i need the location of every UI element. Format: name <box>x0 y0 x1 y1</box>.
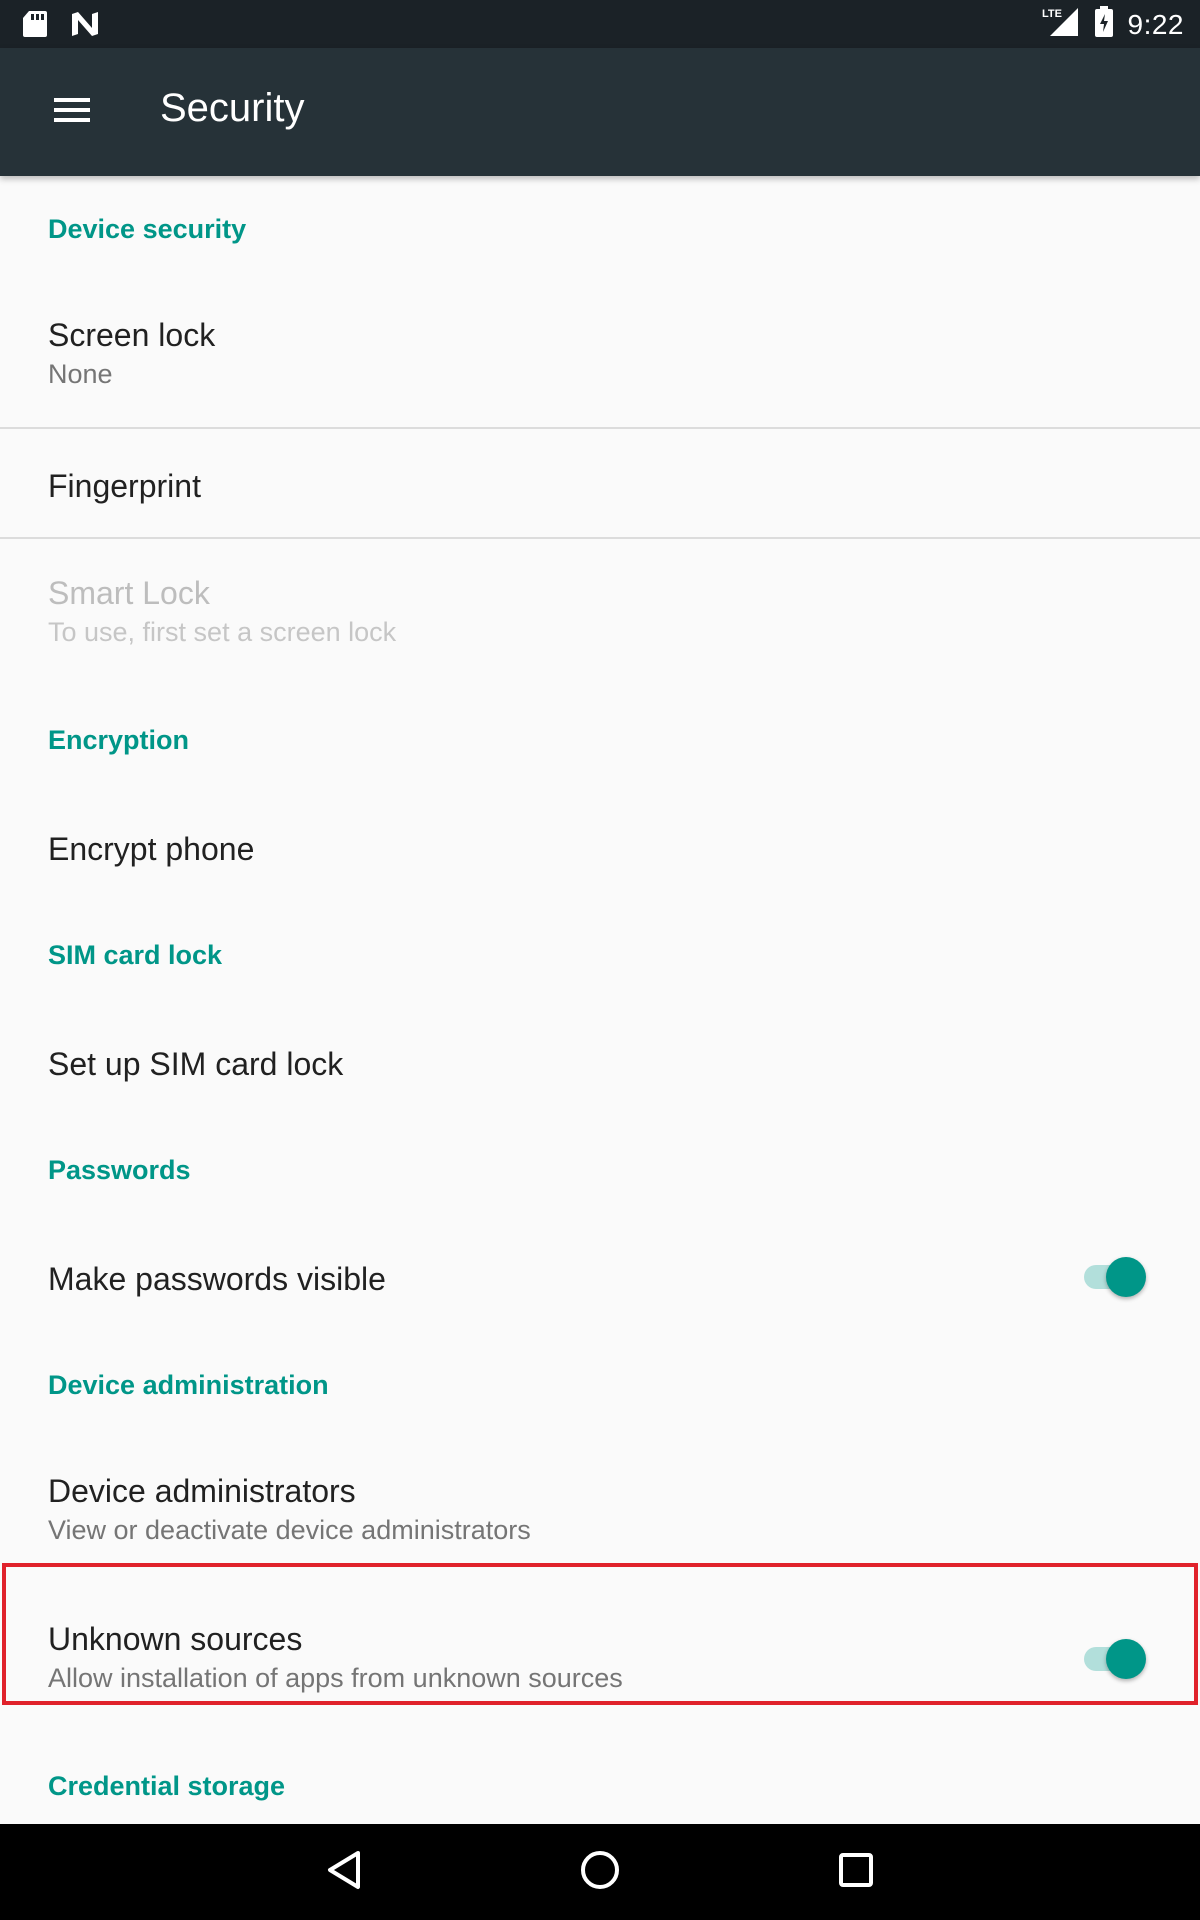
back-button[interactable] <box>316 1844 372 1900</box>
svg-text:LTE: LTE <box>1042 8 1062 20</box>
section-header-encryption: Encryption <box>48 725 190 755</box>
status-left-icons <box>22 10 100 43</box>
recents-icon <box>837 1851 875 1894</box>
item-title: Unknown sources <box>48 1621 303 1657</box>
section-header-device-security: Device security <box>48 214 247 244</box>
item-summary: Allow installation of apps from unknown … <box>48 1663 623 1693</box>
item-title: Screen lock <box>48 317 216 353</box>
status-right: LTE 9:22 <box>1042 6 1185 43</box>
encrypt-phone-item[interactable]: Encrypt phone <box>0 792 1200 902</box>
menu-button[interactable] <box>36 84 108 140</box>
recents-button[interactable] <box>828 1844 884 1900</box>
home-button[interactable] <box>572 1844 628 1900</box>
make-passwords-visible-item[interactable]: Make passwords visible <box>0 1222 1200 1332</box>
item-title: Fingerprint <box>48 468 201 504</box>
smart-lock-item: Smart Lock To use, first set a screen lo… <box>0 539 1200 687</box>
lte-signal-icon: LTE <box>1042 6 1080 43</box>
make-passwords-visible-switch[interactable] <box>1082 1257 1146 1297</box>
n-logo-icon <box>70 10 100 43</box>
item-summary: To use, first set a screen lock <box>48 617 397 647</box>
home-icon <box>579 1849 621 1896</box>
switch-thumb <box>1106 1257 1146 1297</box>
sd-card-icon <box>22 10 48 43</box>
item-title: Set up SIM card lock <box>48 1046 344 1082</box>
section-header-device-administration: Device administration <box>48 1370 329 1400</box>
device-administrators-item[interactable]: Device administrators View or deactivate… <box>0 1437 1200 1585</box>
unknown-sources-item[interactable]: Unknown sources Allow installation of ap… <box>0 1585 1200 1733</box>
screen-lock-item[interactable]: Screen lock None <box>0 281 1200 429</box>
section-header-passwords: Passwords <box>48 1155 191 1185</box>
item-title: Smart Lock <box>48 575 210 611</box>
status-bar: LTE 9:22 <box>0 0 1200 48</box>
hamburger-menu-icon <box>52 96 92 129</box>
page-title: Security <box>160 86 305 130</box>
switch-thumb <box>1106 1639 1146 1679</box>
item-title: Device administrators <box>48 1473 356 1509</box>
battery-icon <box>1094 6 1114 43</box>
section-header-sim-card-lock: SIM card lock <box>48 940 223 970</box>
item-summary: None <box>48 359 113 389</box>
back-icon <box>326 1850 362 1895</box>
item-summary: View or deactivate device administrators <box>48 1515 531 1545</box>
item-title: Make passwords visible <box>48 1261 386 1297</box>
item-title: Encrypt phone <box>48 831 255 867</box>
fingerprint-item[interactable]: Fingerprint <box>0 429 1200 539</box>
navigation-bar <box>0 1824 1200 1920</box>
section-header-credential-storage: Credential storage <box>48 1771 286 1801</box>
status-time: 9:22 <box>1127 8 1184 40</box>
unknown-sources-switch[interactable] <box>1082 1639 1146 1679</box>
settings-list: Device security Screen lock None Fingerp… <box>0 176 1200 1838</box>
app-bar: Security <box>0 48 1200 176</box>
sim-card-lock-item[interactable]: Set up SIM card lock <box>0 1007 1200 1117</box>
